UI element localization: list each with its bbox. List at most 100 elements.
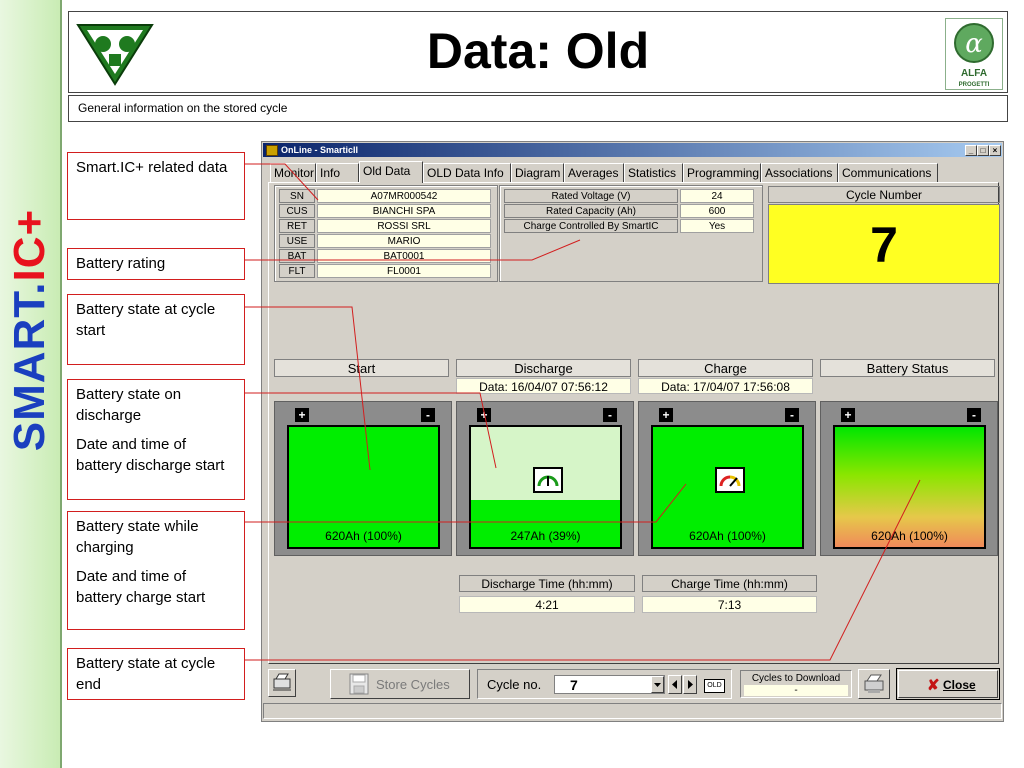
minus-terminal-icon: - [421, 408, 435, 422]
alfa-logo-subtext: PROGETTI [958, 82, 990, 88]
minus-terminal-icon: - [967, 408, 981, 422]
tab-averages[interactable]: Averages [564, 163, 624, 182]
tab-diagram[interactable]: Diagram [511, 163, 564, 182]
close-label: Close [943, 678, 976, 692]
tab-communications[interactable]: Communications [838, 163, 938, 182]
slide-header: Data: Old α ALFA PROGETTI [68, 11, 1008, 93]
cus-key: CUS [279, 204, 315, 218]
brand-wordmark: SMART.IC+ [5, 209, 55, 451]
next-cycle-button[interactable] [683, 675, 697, 694]
battery-charge: + - 620Ah (100%) [638, 401, 816, 556]
arrow-left-icon [672, 680, 677, 689]
rated-voltage-value: 24 [680, 189, 754, 203]
download-printer-icon [864, 674, 884, 693]
smartic-data-group: SN A07MR000542 CUS BIANCHI SPA RET ROSSI… [274, 185, 498, 282]
charge-column-head: Charge [638, 359, 813, 377]
old-button[interactable]: OLD [703, 675, 725, 694]
window-title: OnLine - SmarticII [281, 145, 359, 155]
tab-old-data-info[interactable]: OLD Data Info [423, 163, 511, 182]
print-icon [273, 673, 291, 691]
annotation-text: Date and time of battery charge start [76, 568, 206, 606]
plus-terminal-icon: + [659, 408, 673, 422]
battery-status-column-head: Battery Status [820, 359, 995, 377]
annotation-cycle-start: Battery state at cycle start [67, 294, 245, 365]
minus-terminal-icon: - [603, 408, 617, 422]
battery-start: + - 620Ah (100%) [274, 401, 452, 556]
arrow-right-icon [688, 680, 693, 689]
plus-terminal-icon: + [295, 408, 309, 422]
status-bar [263, 703, 1002, 719]
cycle-no-label: Cycle no. [487, 677, 542, 692]
page-subtitle: General information on the stored cycle [68, 95, 1008, 122]
annotation-text: Battery state while charging [76, 518, 199, 556]
cycle-selector-group: Cycle no. 7 OLD [477, 669, 732, 699]
cycles-to-download-group: Cycles to Download - [740, 670, 852, 698]
discharge-gauge-icon [533, 467, 563, 493]
close-window-icon[interactable]: × [989, 145, 1001, 156]
sn-value: A07MR000542 [317, 189, 491, 203]
minus-terminal-icon: - [785, 408, 799, 422]
battery-capacity-label: 620Ah (100%) [325, 529, 402, 543]
flt-value: FL0001 [317, 264, 491, 278]
cycle-no-value: 7 [570, 677, 578, 693]
app-window: OnLine - SmarticII _ □ × Monitor Info Ol… [261, 141, 1004, 722]
charge-time-label: Charge Time (hh:mm) [642, 575, 817, 592]
annotation-text: Battery state at cycle end [76, 655, 216, 693]
annotation-text: Battery state on discharge [76, 386, 182, 424]
alfa-logo-text: ALFA [960, 68, 988, 79]
battery-body: 620Ah (100%) [833, 425, 986, 549]
store-cycles-label: Store Cycles [376, 677, 450, 692]
print-button[interactable] [268, 669, 296, 697]
charge-date: Data: 17/04/07 17:56:08 [638, 378, 813, 394]
discharge-date: Data: 16/04/07 07:56:12 [456, 378, 631, 394]
tab-info[interactable]: Info [316, 163, 359, 182]
download-button[interactable] [858, 669, 890, 699]
battery-rating-group: Rated Voltage (V) 24 Rated Capacity (Ah)… [499, 185, 763, 282]
annotation-discharge: Battery state on discharge Date and time … [67, 379, 245, 500]
annotation-charging: Battery state while charging Date and tim… [67, 511, 245, 630]
start-column-head: Start [274, 359, 449, 377]
page-subtitle-text: General information on the stored cycle [78, 101, 288, 115]
close-button[interactable]: ✘ Close [896, 668, 1000, 700]
battery-capacity-label: 620Ah (100%) [871, 529, 948, 543]
ret-value: ROSSI SRL [317, 219, 491, 233]
battery-status: + - 620Ah (100%) [820, 401, 998, 556]
brand-wordmark-part2: IC+ [5, 208, 54, 282]
chevron-down-icon[interactable] [651, 676, 664, 693]
store-cycles-button[interactable]: Store Cycles [330, 669, 470, 699]
battery-body: 247Ah (39%) [469, 425, 622, 549]
brand-sidebar: SMART.IC+ [0, 0, 62, 768]
bottom-toolbar: Store Cycles Cycle no. 7 OLD Cycles to D… [262, 666, 1003, 702]
annotation-smartic-data: Smart.IC+ related data [67, 152, 245, 220]
brand-wordmark-part1: SMART. [5, 281, 54, 452]
charge-time-value: 7:13 [642, 596, 817, 613]
app-icon [266, 145, 278, 156]
rated-voltage-key: Rated Voltage (V) [504, 189, 678, 203]
previous-cycle-button[interactable] [668, 675, 682, 694]
tab-programming[interactable]: Programming [683, 163, 761, 182]
battery-discharge: + - 247Ah (39%) [456, 401, 634, 556]
close-button-face: ✘ Close [898, 670, 998, 698]
bat-key: BAT [279, 249, 315, 263]
charge-controlled-key: Charge Controlled By SmartIC [504, 219, 678, 233]
discharge-time-value: 4:21 [459, 596, 635, 613]
maximize-icon[interactable]: □ [977, 145, 989, 156]
tab-old-data[interactable]: Old Data [359, 161, 423, 183]
close-icon: ✘ [927, 677, 940, 694]
page-title: Data: Old [426, 23, 650, 79]
use-value: MARIO [317, 234, 491, 248]
annotation-cycle-end: Battery state at cycle end [67, 648, 245, 700]
tab-associations[interactable]: Associations [761, 163, 838, 182]
old-data-panel: SN A07MR000542 CUS BIANCHI SPA RET ROSSI… [268, 182, 1000, 664]
battery-body: 620Ah (100%) [287, 425, 440, 549]
use-key: USE [279, 234, 315, 248]
discharge-column-head: Discharge [456, 359, 631, 377]
annotation-text: Battery rating [76, 255, 166, 272]
flt-key: FLT [279, 264, 315, 278]
cycle-no-select[interactable]: 7 [554, 675, 665, 694]
annotation-text: Date and time of battery discharge start [76, 436, 225, 474]
floppy-disk-icon [349, 673, 369, 695]
tab-monitor[interactable]: Monitor [270, 163, 316, 182]
tab-statistics[interactable]: Statistics [624, 163, 683, 182]
minimize-icon[interactable]: _ [965, 145, 977, 156]
